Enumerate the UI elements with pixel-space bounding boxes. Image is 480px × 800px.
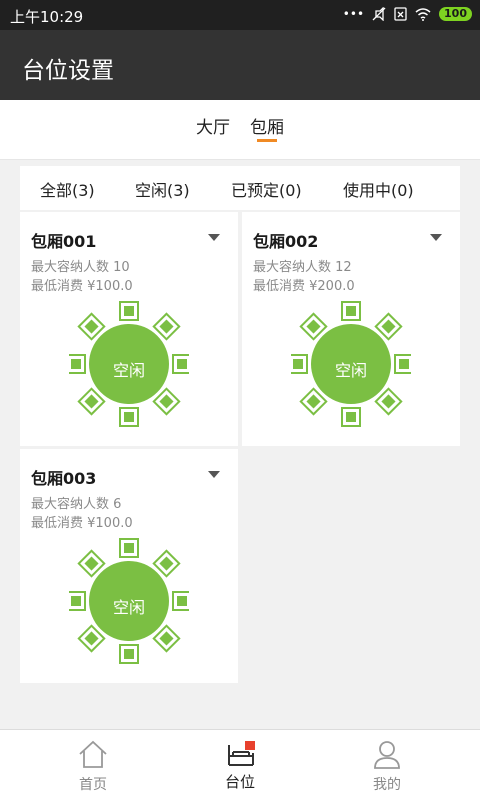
table-capacity: 最大容纳人数 12 [253,260,352,275]
nav-home-label: 首页 [79,777,107,793]
tab-hall[interactable]: 大厅 [196,113,230,138]
chair-icon [152,312,181,341]
table-capacity: 最大容纳人数 10 [31,260,130,275]
chair-icon [299,312,328,341]
nav-tables[interactable]: 台位 [160,730,320,800]
bottom-nav: 首页 台位 我的 [0,729,480,800]
table-min-spend: 最低消费 ¥200.0 [253,279,355,294]
chair-icon [69,591,86,611]
person-icon [374,741,400,769]
chair-icon [77,387,106,416]
chair-icon [172,354,189,374]
dots-icon: ••• [342,7,365,21]
table-grid: 包厢001 最大容纳人数 10 最低消费 ¥100.0 空闲 包厢002 最大容… [20,212,460,717]
tab-private-room[interactable]: 包厢 [250,113,284,138]
chair-icon [77,624,106,653]
sim-icon [394,7,407,21]
chair-icon [119,407,139,427]
status-icons: ••• 100 [343,7,472,21]
filter-free[interactable]: 空闲(3) [135,177,190,201]
chair-icon [119,538,139,558]
wifi-icon [415,7,431,21]
title-bar: 台位设置 [0,30,480,100]
table-name: 包厢002 [253,232,319,251]
nav-home[interactable]: 首页 [13,730,173,800]
dropdown-arrow-icon[interactable] [208,234,220,241]
table-card[interactable]: 包厢001 最大容纳人数 10 最低消费 ¥100.0 空闲 [20,212,238,446]
table-min-spend: 最低消费 ¥100.0 [31,279,133,294]
page-title: 台位设置 [22,58,114,84]
chair-icon [299,387,328,416]
status-bar: 上午10:29 ••• 100 [0,0,480,30]
filter-in-use[interactable]: 使用中(0) [343,177,414,201]
chair-icon [119,644,139,664]
dropdown-arrow-icon[interactable] [430,234,442,241]
table-name: 包厢001 [31,232,97,251]
battery-icon: 100 [439,7,472,21]
chair-icon [374,312,403,341]
chair-icon [291,354,308,374]
chair-icon [152,624,181,653]
table-status: 空闲 [112,598,145,617]
tab-active-indicator [257,139,277,142]
chair-icon [341,407,361,427]
chair-icon [77,549,106,578]
chair-icon [172,591,189,611]
area-tabs: 大厅 包厢 [0,100,480,160]
filter-reserved[interactable]: 已预定(0) [231,177,302,201]
table-card[interactable]: 包厢002 最大容纳人数 12 最低消费 ¥200.0 空闲 [242,212,460,446]
chair-icon [77,312,106,341]
chair-icon [341,301,361,321]
dropdown-arrow-icon[interactable] [208,471,220,478]
chair-icon [69,354,86,374]
chair-icon [152,387,181,416]
table-card[interactable]: 包厢003 最大容纳人数 6 最低消费 ¥100.0 空闲 [20,449,238,683]
table-min-spend: 最低消费 ¥100.0 [31,516,133,531]
mute-icon [372,7,386,21]
chair-icon [394,354,411,374]
home-icon [79,740,107,768]
nav-mine-label: 我的 [373,777,401,793]
table-name: 包厢003 [31,469,97,488]
table-status: 空闲 [334,361,367,380]
chair-icon [374,387,403,416]
chair-icon [119,301,139,321]
status-time: 上午10:29 [10,8,84,26]
table-seat-icon [228,741,255,766]
table-capacity: 最大容纳人数 6 [31,497,122,512]
chair-icon [152,549,181,578]
nav-tables-label: 台位 [224,773,255,791]
nav-mine[interactable]: 我的 [307,730,467,800]
table-status: 空闲 [112,361,145,380]
filter-all[interactable]: 全部(3) [40,177,95,201]
status-filter-bar: 全部(3) 空闲(3) 已预定(0) 使用中(0) [20,166,460,210]
